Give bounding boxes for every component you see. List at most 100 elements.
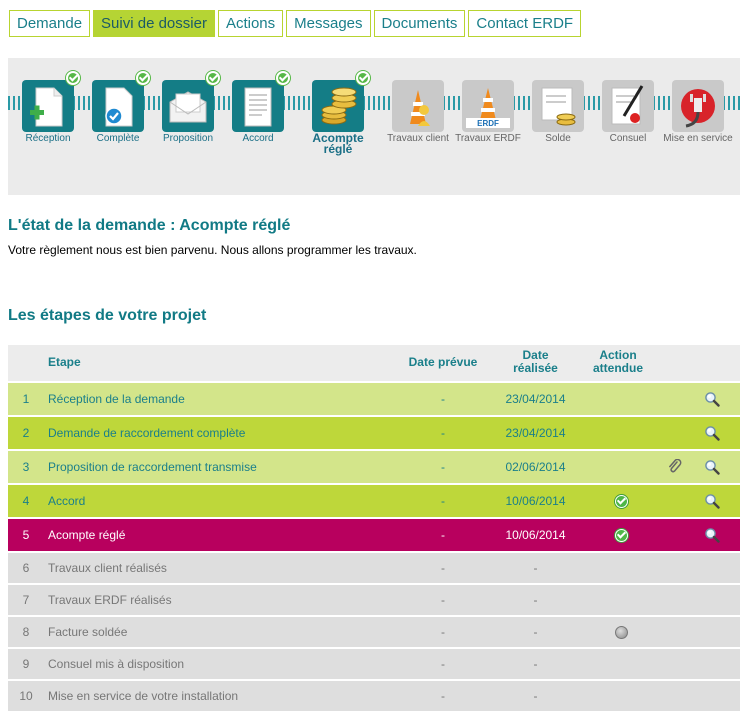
row-number: 1 (22, 392, 30, 406)
row-number: 10 (19, 689, 33, 703)
step-consuel[interactable]: Consuel (593, 78, 663, 144)
power-plug-icon (672, 80, 724, 132)
row-step-name: Proposition de raccordement transmise (48, 460, 257, 474)
step-label: Mise en service (663, 133, 733, 144)
table-row[interactable]: 5 Acompte réglé - 10/06/2014 (8, 519, 740, 551)
row-step-name: Travaux ERDF réalisés (48, 593, 172, 607)
row-number: 3 (22, 460, 30, 474)
document-check-icon (92, 71, 150, 132)
row-date-realisee: - (533, 689, 538, 703)
row-date-prevue: - (441, 561, 445, 575)
magnifier-icon[interactable] (704, 451, 724, 475)
row-step-name: Mise en service de votre installation (48, 689, 239, 703)
row-date-prevue: - (441, 392, 445, 406)
table-row[interactable]: 4 Accord - 10/06/2014 (8, 485, 740, 517)
magnifier-icon[interactable] (704, 485, 724, 509)
document-plus-icon (22, 71, 80, 132)
action-done-check-icon (608, 485, 634, 517)
row-date-prevue: - (441, 657, 445, 671)
row-date-realisee: 23/04/2014 (505, 392, 566, 406)
row-date-prevue: - (441, 625, 445, 639)
magnifier-icon[interactable] (704, 383, 724, 407)
step-label: Complète (96, 133, 140, 144)
step-solde[interactable]: Solde (523, 78, 593, 144)
row-step-name: Facture soldée (48, 625, 128, 639)
step-label: Consuel (609, 133, 647, 144)
svg-text:ERDF: ERDF (477, 119, 499, 128)
contract-icon (232, 71, 290, 132)
step-mise-en-service[interactable]: Mise en service (663, 78, 733, 144)
action-done-check-icon (608, 519, 634, 551)
magnifier-icon[interactable] (704, 417, 724, 441)
row-number: 9 (22, 657, 30, 671)
row-date-prevue: - (441, 426, 445, 440)
action-pending-dot-icon (608, 617, 634, 647)
col-date-realisee: Date réalisée (488, 349, 583, 375)
row-step-name: Accord (48, 494, 86, 508)
table-row[interactable]: 9 Consuel mis à disposition - - (8, 649, 740, 679)
row-number: 8 (22, 625, 30, 639)
tab-contact-erdf[interactable]: Contact ERDF (468, 10, 582, 37)
coins-icon (312, 71, 370, 132)
row-date-realisee: 10/06/2014 (505, 494, 566, 508)
row-date-realisee: 10/06/2014 (505, 528, 566, 542)
step-done-check-icon (206, 71, 220, 85)
main-tabs: Demande Suivi de dossier Actions Message… (9, 10, 584, 38)
row-date-prevue: - (441, 528, 445, 542)
step-label: Solde (545, 133, 571, 144)
row-date-prevue: - (441, 593, 445, 607)
col-etape: Etape (48, 355, 81, 369)
state-message: Votre règlement nous est bien parvenu. N… (8, 243, 417, 257)
row-date-realisee: - (533, 593, 538, 607)
state-title: L'état de la demande : Acompte réglé (8, 217, 291, 234)
row-number: 7 (22, 593, 30, 607)
step-label: Travaux client (387, 133, 449, 144)
tab-actions[interactable]: Actions (217, 10, 284, 37)
step-label: Réception (25, 133, 71, 144)
table-row[interactable]: 10 Mise en service de votre installation -… (8, 681, 740, 711)
step-label: Accord (242, 133, 274, 144)
row-date-realisee: - (533, 625, 538, 639)
table-row[interactable]: 1 Réception de la demande - 23/04/2014 (8, 383, 740, 415)
step-proposition[interactable]: Proposition (153, 71, 223, 144)
table-header: Etape Date prévue Date réalisée Action a… (8, 345, 740, 381)
row-number: 4 (22, 494, 30, 508)
tab-suivi-de-dossier[interactable]: Suivi de dossier (93, 10, 215, 37)
row-date-prevue: - (441, 689, 445, 703)
col-date-prevue: Date prévue (408, 355, 478, 369)
traffic-cone-erdf-icon: ERDF (462, 80, 514, 132)
row-date-prevue: - (441, 460, 445, 474)
table-row[interactable]: 3 Proposition de raccordement transmise - 0… (8, 451, 740, 483)
magnifier-icon[interactable] (704, 519, 724, 543)
step-acompte-regle[interactable]: Acompte réglé (303, 71, 373, 155)
certificate-pen-icon (602, 80, 654, 132)
attachment-paperclip-icon[interactable] (668, 451, 688, 475)
step-label: Travaux ERDF (455, 133, 521, 144)
step-done-check-icon (136, 71, 150, 85)
step-done-check-icon (276, 71, 290, 85)
step-reception[interactable]: Réception (13, 71, 83, 144)
table-row[interactable]: 2 Demande de raccordement complète - 23/04/… (8, 417, 740, 449)
table-body: 1 Réception de la demande - 23/04/2014 2 Dema… (8, 383, 740, 711)
row-date-realisee: 02/06/2014 (505, 460, 566, 474)
row-number: 6 (22, 561, 30, 575)
tab-documents[interactable]: Documents (373, 10, 466, 37)
table-row[interactable]: 7 Travaux ERDF réalisés - - (8, 585, 740, 615)
step-travaux-client[interactable]: Travaux client (383, 78, 453, 144)
step-done-check-icon (66, 71, 80, 85)
table-row[interactable]: 8 Facture soldée - - (8, 617, 740, 647)
tab-demande[interactable]: Demande (9, 10, 91, 37)
row-date-realisee: - (533, 561, 538, 575)
table-row[interactable]: 6 Travaux client réalisés - - (8, 553, 740, 583)
row-date-prevue: - (441, 494, 445, 508)
row-step-name: Réception de la demande (48, 392, 185, 406)
row-number: 5 (22, 528, 30, 542)
col-action-attendue: Action attendue (578, 349, 658, 375)
row-step-name: Acompte réglé (48, 528, 126, 542)
row-number: 2 (22, 426, 30, 440)
step-travaux-erdf[interactable]: ERDF Travaux ERDF (453, 78, 523, 144)
step-complete[interactable]: Complète (83, 71, 153, 144)
tab-messages[interactable]: Messages (286, 10, 371, 37)
step-accord[interactable]: Accord (223, 71, 293, 144)
project-steps-table: Etape Date prévue Date réalisée Action a… (8, 345, 740, 711)
